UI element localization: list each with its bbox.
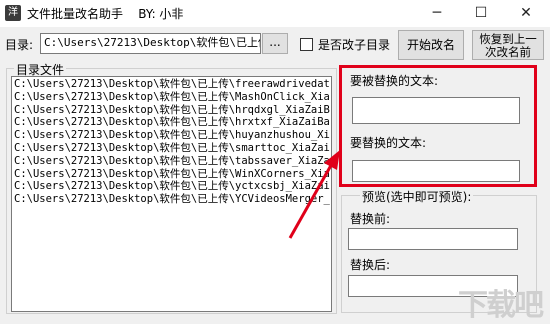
annotation-arrow	[288, 150, 340, 239]
watermark-logo: 下载吧	[458, 288, 544, 323]
arrow-shaft	[288, 159, 336, 239]
arrow-head	[324, 150, 340, 170]
